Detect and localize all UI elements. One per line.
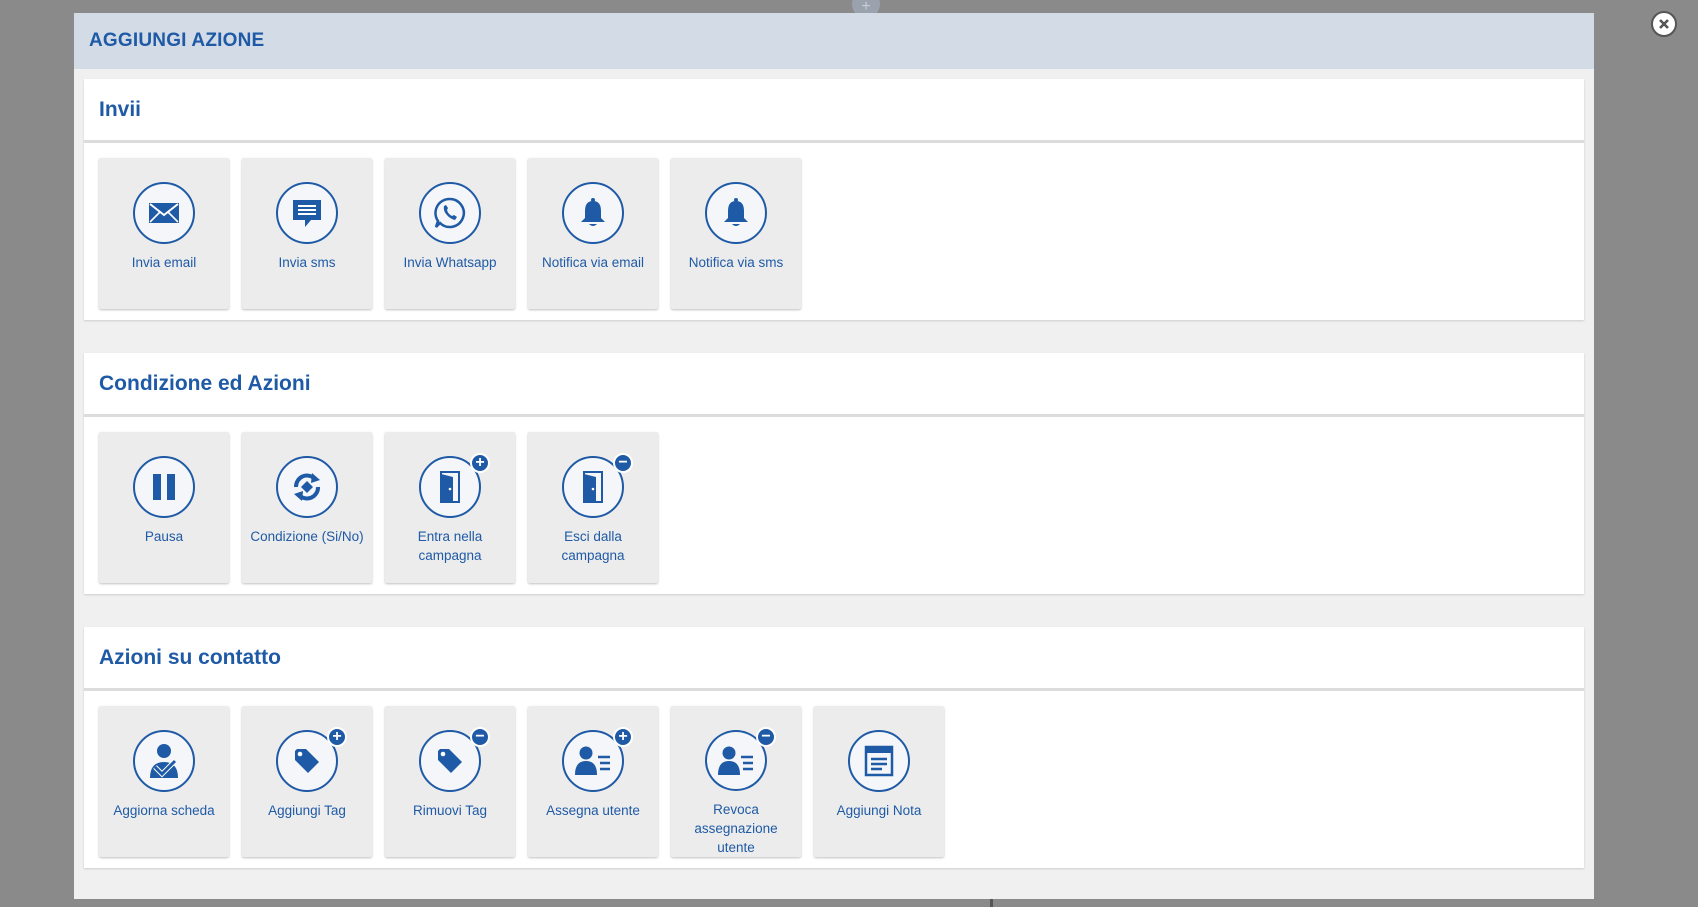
modal-title: AGGIUNGI AZIONE [89,30,265,51]
modal-header: AGGIUNGI AZIONE [74,13,1594,69]
note-icon [864,745,894,777]
action-card-remove-tag[interactable]: − Rimuovi Tag [385,706,515,857]
plus-badge-icon: + [613,727,633,747]
action-card-revoke-user[interactable]: − Revoca assegnazione utente [671,706,801,857]
action-card-send-whatsapp[interactable]: Invia Whatsapp [385,158,515,309]
section-conditions-actions: Condizione ed Azioni Pausa Condizione (S… [84,353,1584,594]
section-title: Invii [99,97,142,121]
card-list: Pausa Condizione (Si/No) + Entra nella c… [84,417,1584,583]
action-card-send-sms[interactable]: Invia sms [242,158,372,309]
card-label: Assegna utente [546,803,640,818]
plus-badge-icon: + [327,727,347,747]
action-card-send-email[interactable]: Invia email [99,158,229,309]
whatsapp-icon [434,197,466,229]
action-card-add-tag[interactable]: + Aggiungi Tag [242,706,372,857]
user-check-icon [150,744,178,778]
action-card-update-record[interactable]: Aggiorna scheda [99,706,229,857]
section-contact-actions: Azioni su contatto Aggiorna scheda + Agg… [84,627,1584,868]
card-label: Condizione (Si/No) [250,529,364,544]
card-label: Notifica via email [541,255,645,270]
bell-icon [581,198,605,226]
card-label: Aggiungi Nota [836,803,922,818]
minus-badge-icon: − [756,727,776,747]
tag-icon [295,749,319,773]
envelope-icon [149,203,179,223]
card-label: Esci dalla campagna [561,529,625,563]
card-label: Rimuovi Tag [412,803,488,818]
card-label: Revoca assegnazione utente [694,802,778,855]
door-exit-icon [583,471,603,503]
card-label: Aggiorna scheda [113,803,215,818]
card-label: Aggiungi Tag [268,803,346,818]
section-header: Condizione ed Azioni [84,353,1584,417]
section-title: Azioni su contatto [99,645,281,669]
action-card-exit-campaign[interactable]: − Esci dalla campagna [528,432,658,583]
card-list: Invia email Invia sms Invia Whatsapp Not… [84,143,1584,309]
bell-icon [724,198,748,226]
action-card-notify-email[interactable]: Notifica via email [528,158,658,309]
action-card-condition[interactable]: Condizione (Si/No) [242,432,372,583]
user-card-icon [718,746,753,775]
action-card-enter-campaign[interactable]: + Entra nella campagna [385,432,515,583]
refresh-condition-icon [294,473,320,501]
door-enter-icon [440,471,460,503]
card-label: Invia sms [278,255,336,270]
add-action-modal: AGGIUNGI AZIONE Invii Invia email Invia … [74,11,1677,899]
card-label: Invia Whatsapp [403,255,497,270]
section-invii: Invii Invia email Invia sms Invia Whatsa… [84,79,1584,320]
section-header: Invii [84,79,1584,143]
action-card-notify-sms[interactable]: Notifica via sms [671,158,801,309]
minus-badge-icon: − [613,453,633,473]
card-list: Aggiorna scheda + Aggiungi Tag − Rimuovi… [84,691,1584,857]
user-card-icon [575,746,610,775]
section-header: Azioni su contatto [84,627,1584,691]
pause-icon [153,474,175,500]
tag-icon [438,749,462,773]
card-label: Entra nella campagna [417,529,483,563]
close-button[interactable] [1651,11,1677,37]
minus-badge-icon: − [470,727,490,747]
card-label: Pausa [144,529,184,544]
action-card-assign-user[interactable]: + Assegna utente [528,706,658,857]
action-card-pause[interactable]: Pausa [99,432,229,583]
action-card-add-note[interactable]: Aggiungi Nota [814,706,944,857]
section-title: Condizione ed Azioni [99,371,311,395]
close-icon [1659,19,1669,29]
card-label: Invia email [131,255,197,270]
chat-message-icon [293,200,321,227]
card-label: Notifica via sms [688,255,784,270]
plus-badge-icon: + [470,453,490,473]
